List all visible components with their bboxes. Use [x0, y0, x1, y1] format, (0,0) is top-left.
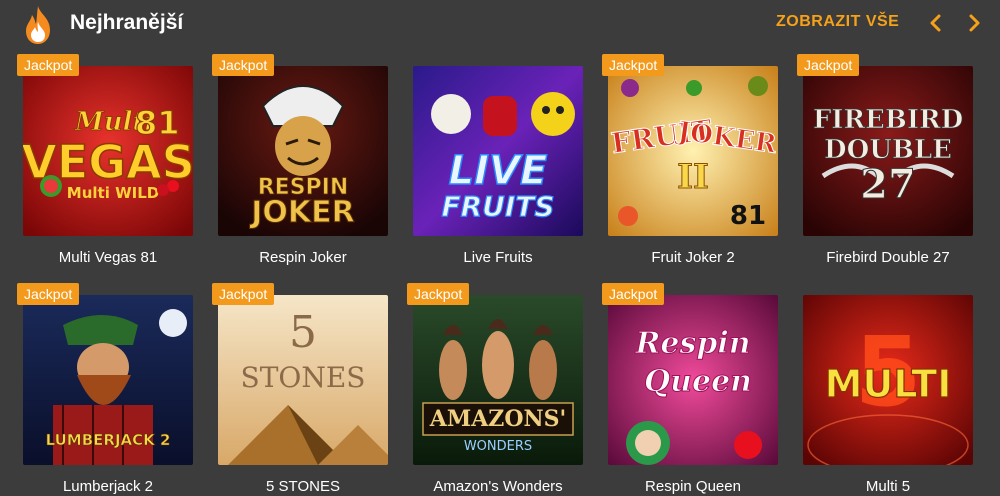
- game-grid: Jackpot Multi 81 VEGAS Multi WILD Multi …: [0, 0, 1000, 496]
- art-text: AMAZONS': [429, 406, 566, 432]
- game-title: Firebird Double 27: [826, 249, 950, 266]
- art-text: FIREBIRD: [813, 105, 963, 135]
- art-text: 5: [289, 307, 317, 358]
- jackpot-badge: Jackpot: [17, 283, 80, 305]
- art-text: 27: [860, 161, 916, 208]
- art-text: LUMBERJACK 2: [46, 431, 171, 449]
- game-thumbnail: RESPIN JOKER: [218, 66, 388, 236]
- art-text: STONES: [241, 361, 366, 394]
- game-title: Respin Queen: [645, 478, 741, 495]
- jackpot-badge: Jackpot: [212, 283, 275, 305]
- art-text: Multi WILD: [67, 184, 159, 202]
- game-thumbnail: LUMBERJACK 2: [23, 295, 193, 465]
- game-thumbnail: LIVE FRUITS: [413, 66, 583, 236]
- game-title: Fruit Joker 2: [651, 249, 735, 266]
- jackpot-badge: Jackpot: [602, 283, 665, 305]
- game-thumbnail: AMAZONS' WONDERS: [413, 295, 583, 465]
- art-text: Respin: [634, 326, 750, 361]
- game-thumbnail: Respin Queen: [608, 295, 778, 465]
- jackpot-badge: Jackpot: [797, 54, 860, 76]
- jackpot-badge: Jackpot: [17, 54, 80, 76]
- game-title: Respin Joker: [259, 249, 347, 266]
- game-title: Amazon's Wonders: [433, 478, 563, 495]
- game-thumbnail: Multi 81 VEGAS Multi WILD: [23, 66, 193, 236]
- art-text: LIVE: [449, 148, 548, 194]
- jackpot-badge: Jackpot: [407, 283, 470, 305]
- art-text: II: [677, 157, 709, 197]
- art-text: MULTI: [825, 362, 952, 406]
- art-text: 81: [730, 201, 766, 231]
- game-title: Multi 5: [865, 478, 911, 495]
- art-text: WONDERS: [464, 439, 532, 454]
- game-title: Live Fruits: [463, 249, 533, 266]
- game-thumbnail: FIREBIRD DOUBLE 27: [803, 66, 973, 236]
- jackpot-badge: Jackpot: [602, 54, 665, 76]
- game-title: Lumberjack 2: [62, 478, 154, 495]
- game-thumbnail: FRUIT JOKER II 81: [608, 66, 778, 236]
- game-title: Multi Vegas 81: [58, 249, 158, 266]
- art-text: FRUITS: [441, 190, 554, 223]
- jackpot-badge: Jackpot: [212, 54, 275, 76]
- art-text: JOKER: [249, 195, 355, 230]
- game-thumbnail: 5 MULTI: [803, 295, 973, 465]
- art-text: Queen: [644, 364, 752, 399]
- game-title: 5 STONES: [266, 478, 340, 495]
- game-thumbnail: 5 STONES: [218, 295, 388, 465]
